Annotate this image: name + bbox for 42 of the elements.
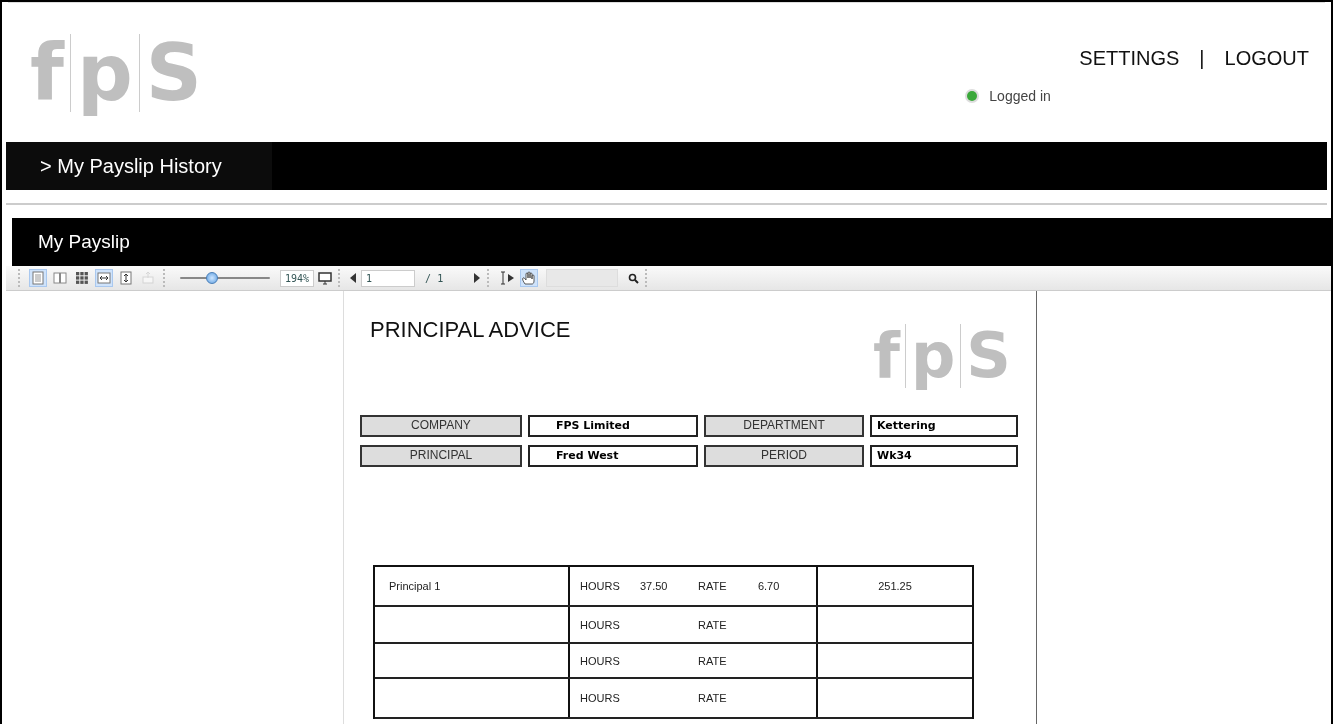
- hours-label: HOURS: [580, 692, 621, 704]
- rate-label: RATE: [698, 692, 728, 704]
- field-label: PRINCIPAL: [360, 445, 522, 467]
- breadcrumb-link[interactable]: > My Payslip History: [6, 142, 272, 190]
- panel-title: My Payslip: [37, 231, 130, 253]
- zoom-field[interactable]: 194%: [280, 269, 315, 287]
- nav-link[interactable]: SETTINGS: [1079, 47, 1180, 70]
- nav-link[interactable]: LOGOUT: [1224, 47, 1309, 70]
- hours-label: HOURS: [580, 618, 621, 631]
- document-title: PRINCIPAL ADVICE: [370, 317, 571, 343]
- rate-value: 6.70: [757, 580, 781, 592]
- search-icon[interactable]: [628, 272, 640, 284]
- fps-logo: f p S: [871, 318, 1012, 394]
- field-value: Kettering: [870, 415, 1018, 437]
- hand-tool-button[interactable]: [520, 269, 539, 287]
- previous-page-icon[interactable]: [349, 272, 358, 284]
- zoom-slider[interactable]: [180, 271, 270, 285]
- next-page-icon[interactable]: [473, 272, 482, 284]
- nav-separator: |: [1199, 47, 1205, 70]
- status-dot-icon: [967, 91, 978, 101]
- fps-logo: f p S: [29, 26, 203, 120]
- field-label: COMPANY: [360, 415, 522, 437]
- rate-label: RATE: [698, 580, 728, 592]
- page-total: / 1: [424, 272, 445, 284]
- rate-label: RATE: [698, 618, 728, 631]
- field-label: DEPARTMENT: [704, 415, 864, 437]
- hours-value: 37.50: [639, 580, 669, 592]
- field-value: Wk34: [870, 445, 1018, 467]
- search-field[interactable]: [546, 269, 619, 287]
- page-number-field[interactable]: 1: [361, 269, 416, 287]
- hours-label: HOURS: [580, 580, 621, 592]
- hours-label: HOURS: [580, 654, 621, 667]
- field-value: Fred West: [528, 445, 698, 467]
- table-cell-text: 251.25: [877, 579, 913, 594]
- status-text: Logged in: [989, 88, 1051, 104]
- monitor-icon[interactable]: [318, 271, 333, 285]
- field-label: PERIOD: [704, 445, 864, 467]
- grid-view-button[interactable]: [73, 269, 91, 287]
- rate-label: RATE: [698, 654, 728, 667]
- field-value: FPS Limited: [528, 415, 698, 437]
- double-view-button[interactable]: [51, 269, 69, 287]
- table-cell: Principal 1: [375, 567, 570, 605]
